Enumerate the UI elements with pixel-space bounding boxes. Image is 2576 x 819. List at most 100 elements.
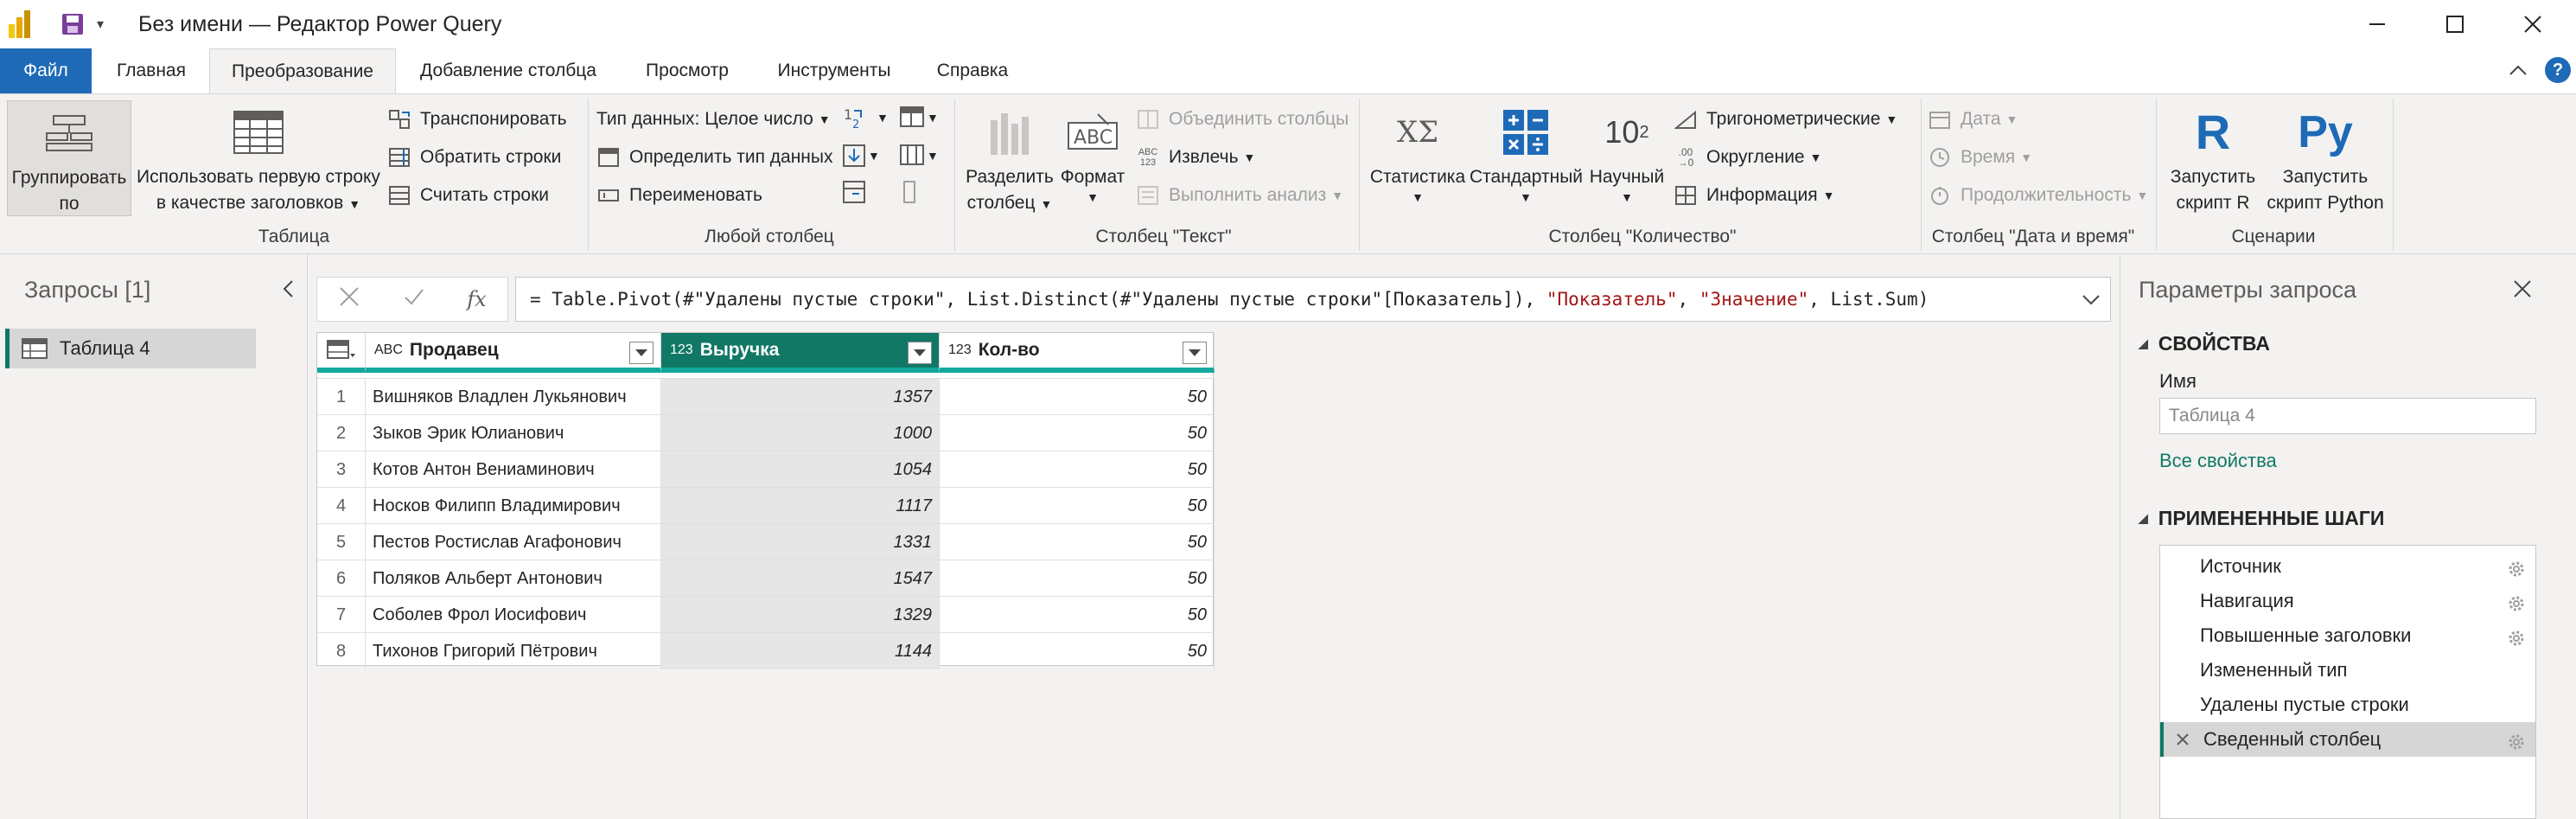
applied-step[interactable]: Сведенный столбец xyxy=(2160,722,2535,757)
row-number[interactable]: 8 xyxy=(317,633,366,669)
cell-revenue[interactable]: 1329 xyxy=(661,597,940,633)
applied-steps-section-header[interactable]: ◢ ПРИМЕНЕННЫЕ ШАГИ xyxy=(2139,507,2384,530)
cell-revenue[interactable]: 1331 xyxy=(661,524,940,560)
row-number[interactable]: 1 xyxy=(317,379,366,415)
standard-button[interactable]: Стандартный ▼ xyxy=(1470,100,1583,216)
time-button[interactable]: Время ▼ xyxy=(1928,142,2032,173)
formula-bar[interactable]: = Table.Pivot(#"Удалены пустые строки", … xyxy=(515,277,2111,322)
cell-revenue[interactable]: 1144 xyxy=(661,633,940,669)
replace-values-icon[interactable]: 1 2 ▼ xyxy=(842,104,890,131)
row-number[interactable]: 4 xyxy=(317,488,366,524)
cell-quantity[interactable]: 50 xyxy=(940,488,1215,524)
format-button[interactable]: ABC Формат ▼ xyxy=(1058,100,1127,216)
table-row[interactable]: 8 Тихонов Григорий Пётрович 1144 50 xyxy=(317,632,1215,669)
cell-quantity[interactable]: 50 xyxy=(940,597,1215,633)
applied-step[interactable]: Навигация xyxy=(2160,584,2535,618)
row-number[interactable]: 3 xyxy=(317,451,366,488)
cell-seller[interactable]: Зыков Эрик Юлианович xyxy=(366,415,661,451)
row-number[interactable]: 2 xyxy=(317,415,366,451)
group-by-button[interactable]: Группировать по xyxy=(7,100,131,216)
tab-file[interactable]: Файл xyxy=(0,48,92,93)
merge-columns-button[interactable]: Объединить столбцы xyxy=(1136,104,1349,135)
gear-icon[interactable] xyxy=(2506,625,2527,646)
table-row[interactable]: 3 Котов Антон Вениаминович 1054 50 xyxy=(317,451,1215,488)
trigonometry-button[interactable]: Тригонометрические ▼ xyxy=(1674,104,1897,135)
close-window-button[interactable] xyxy=(2507,7,2559,42)
scientific-button[interactable]: 10 2 Научный ▼ xyxy=(1584,100,1670,216)
cell-seller[interactable]: Пестов Ростислав Агафонович xyxy=(366,524,661,560)
extract-button[interactable]: ABC 123 Извлечь ▼ xyxy=(1136,142,1256,173)
filter-dropdown-icon[interactable] xyxy=(629,342,654,364)
rounding-button[interactable]: .00 →0 Округление ▼ xyxy=(1674,142,1822,173)
row-number[interactable]: 6 xyxy=(317,560,366,597)
cell-seller[interactable]: Котов Антон Вениаминович xyxy=(366,451,661,488)
reverse-rows-button[interactable]: Обратить строки xyxy=(387,142,561,173)
cell-seller[interactable]: Вишняков Владлен Лукьянович xyxy=(366,379,661,415)
applied-step[interactable]: Повышенные заголовки xyxy=(2160,618,2535,653)
table-row[interactable]: 6 Поляков Альберт Антонович 1547 50 xyxy=(317,560,1215,597)
number-type-icon[interactable]: 123 xyxy=(670,342,693,358)
gear-icon[interactable] xyxy=(2506,591,2527,611)
query-name-input[interactable] xyxy=(2159,398,2536,434)
cell-quantity[interactable]: 50 xyxy=(940,415,1215,451)
cell-seller[interactable]: Носков Филипп Владимирович xyxy=(366,488,661,524)
cell-seller[interactable]: Соболев Фрол Иосифович xyxy=(366,597,661,633)
fill-down-icon[interactable]: ▼ xyxy=(842,142,890,170)
cell-quantity[interactable]: 50 xyxy=(940,379,1215,415)
save-icon[interactable] xyxy=(61,12,85,36)
cell-revenue[interactable]: 1357 xyxy=(661,379,940,415)
minimize-button[interactable] xyxy=(2351,7,2403,42)
applied-step[interactable]: Измененный тип xyxy=(2160,653,2535,688)
tab-add-column[interactable]: Добавление столбца xyxy=(406,48,610,93)
tab-tools[interactable]: Инструменты xyxy=(761,48,908,93)
all-properties-link[interactable]: Все свойства xyxy=(2159,450,2277,472)
properties-section-header[interactable]: ◢ СВОЙСТВА xyxy=(2139,332,2270,355)
filter-dropdown-icon[interactable] xyxy=(1183,342,1207,364)
tab-view[interactable]: Просмотр xyxy=(631,48,743,93)
cell-revenue[interactable]: 1054 xyxy=(661,451,940,488)
date-button[interactable]: Дата ▼ xyxy=(1928,104,2018,135)
row-number[interactable]: 7 xyxy=(317,597,366,633)
cell-quantity[interactable]: 50 xyxy=(940,451,1215,488)
quick-access-dropdown-icon[interactable]: ▾ xyxy=(97,16,104,33)
convert-to-list-icon[interactable] xyxy=(842,180,873,208)
fx-icon[interactable]: fx xyxy=(467,287,486,311)
chevron-down-icon[interactable] xyxy=(2079,288,2103,312)
cell-quantity[interactable]: 50 xyxy=(940,633,1215,669)
cancel-formula-icon[interactable] xyxy=(338,285,360,313)
count-rows-button[interactable]: Считать строки xyxy=(387,180,549,211)
query-item[interactable]: Таблица 4 xyxy=(5,329,256,368)
rename-button[interactable]: Переименовать xyxy=(596,180,762,211)
table-row[interactable]: 7 Соболев Фрол Иосифович 1329 50 xyxy=(317,596,1215,633)
row-number[interactable]: 5 xyxy=(317,524,366,560)
cell-quantity[interactable]: 50 xyxy=(940,560,1215,597)
help-icon[interactable]: ? xyxy=(2545,57,2571,83)
cell-revenue[interactable]: 1117 xyxy=(661,488,940,524)
cell-revenue[interactable]: 1547 xyxy=(661,560,940,597)
applied-step[interactable]: Источник xyxy=(2160,549,2535,584)
gear-icon[interactable] xyxy=(2506,556,2527,577)
tab-transform[interactable]: Преобразование xyxy=(209,48,396,94)
text-type-icon[interactable]: ABC xyxy=(374,342,403,358)
statistics-button[interactable]: XΣ Статистика ▼ xyxy=(1366,100,1470,216)
run-r-script-button[interactable]: R Запустить скрипт R xyxy=(2163,100,2263,216)
table-row[interactable]: 2 Зыков Эрик Юлианович 1000 50 xyxy=(317,414,1215,451)
pivot-column-icon[interactable]: ▼ xyxy=(899,104,947,131)
table-row[interactable]: 1 Вишняков Владлен Лукьянович 1357 50 xyxy=(317,378,1215,415)
confirm-formula-icon[interactable] xyxy=(403,285,425,313)
column-header-revenue[interactable]: 123 Выручка xyxy=(661,333,940,373)
cell-quantity[interactable]: 50 xyxy=(940,524,1215,560)
duration-button[interactable]: Продолжительность ▼ xyxy=(1928,180,2148,211)
transpose-button[interactable]: Транспонировать xyxy=(387,104,567,135)
gear-icon[interactable] xyxy=(2506,729,2527,750)
information-button[interactable]: Информация ▼ xyxy=(1674,180,1834,211)
run-python-script-button[interactable]: Py Запустить скрипт Python xyxy=(2265,100,2386,216)
cell-seller[interactable]: Поляков Альберт Антонович xyxy=(366,560,661,597)
filter-dropdown-icon[interactable] xyxy=(908,342,932,364)
column-options-icon[interactable] xyxy=(899,180,930,208)
close-icon[interactable] xyxy=(2510,277,2535,301)
data-type-dropdown[interactable]: Тип данных: Целое число ▼ xyxy=(596,104,831,135)
maximize-button[interactable] xyxy=(2429,7,2481,42)
column-header-seller[interactable]: ABC Продавец xyxy=(366,333,661,373)
table-row[interactable]: 4 Носков Филипп Владимирович 1117 50 xyxy=(317,487,1215,524)
